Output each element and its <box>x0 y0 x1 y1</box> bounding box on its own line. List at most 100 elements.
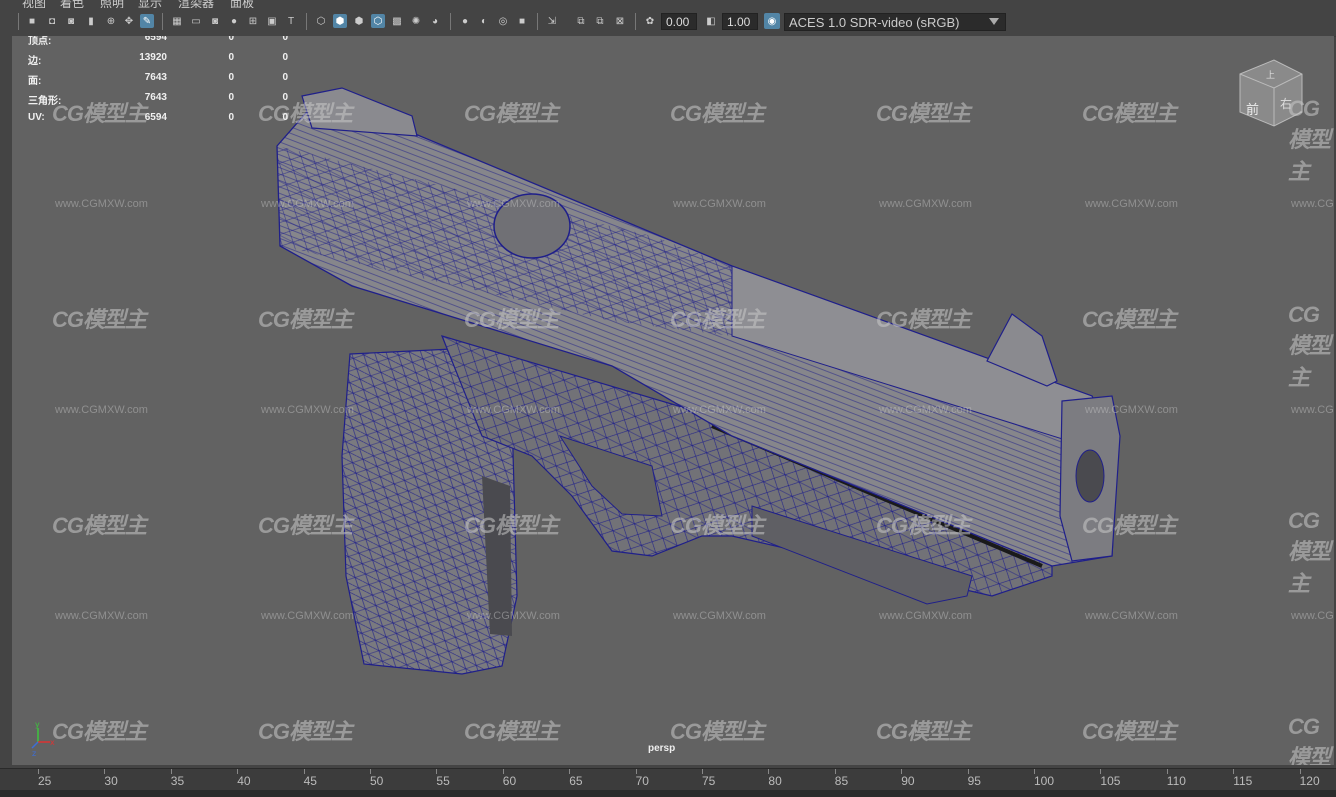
film-gate-icon[interactable]: ▭ <box>189 14 203 28</box>
watermark-logo: CG模型主 <box>1082 719 1177 744</box>
wireframe-icon[interactable]: ⬡ <box>314 14 328 28</box>
watermark-logo: CG模型主 <box>1288 714 1331 765</box>
xray-joints-icon[interactable]: ⧉ <box>593 14 607 28</box>
watermark-url: www.CGMXW.com <box>1085 404 1178 416</box>
image-plane-icon[interactable]: ▮ <box>84 14 98 28</box>
grease-pencil-icon[interactable]: ✥ <box>122 14 136 28</box>
watermark-url: www.CGMXW.com <box>879 610 972 622</box>
menu-lighting[interactable]: 照明 <box>100 0 124 8</box>
watermark-url: www.CGMXW.com <box>1085 198 1178 210</box>
backface-culling-icon[interactable]: ⊠ <box>613 14 627 28</box>
default-material-icon[interactable]: ⬢ <box>352 14 366 28</box>
viewcube-front-label: 前 <box>1246 102 1259 118</box>
frame-tick-label: 70 <box>635 774 649 788</box>
gamma-icon[interactable]: ◧ <box>704 14 718 28</box>
screen-space-ao-icon[interactable]: ● <box>458 14 472 28</box>
isolate-select-icon[interactable]: ⇲ <box>545 14 559 28</box>
gamma-field[interactable]: 1.00 <box>722 13 758 30</box>
frame-tick-label: 90 <box>901 774 915 788</box>
toolbar-separator <box>162 13 163 30</box>
menu-panels[interactable]: 面板 <box>230 0 254 8</box>
xray-icon[interactable]: ⧉ <box>574 14 588 28</box>
frame-tick-label: 110 <box>1166 774 1186 788</box>
anti-aliasing-icon[interactable]: ◎ <box>496 14 510 28</box>
exposure-icon[interactable]: ✿ <box>643 14 657 28</box>
hud-value: 13920 <box>139 52 167 63</box>
exposure-field[interactable]: 0.00 <box>661 13 697 30</box>
menu-show[interactable]: 显示 <box>138 0 162 8</box>
shadows-icon[interactable]: ◕ <box>428 14 442 28</box>
menu-shading[interactable]: 着色 <box>60 0 84 8</box>
watermark-url: www.CGMXW.com <box>673 610 766 622</box>
watermark-url: www.CGMXW.com <box>1085 610 1178 622</box>
frame-tick-label: 85 <box>834 774 849 788</box>
safe-title-icon[interactable]: T <box>284 14 298 28</box>
hud-label: 面: <box>28 76 42 87</box>
hud-value: 0 <box>228 52 234 63</box>
hud-value: 0 <box>282 52 288 63</box>
field-chart-icon[interactable]: ⊞ <box>246 14 260 28</box>
hud-value: 6594 <box>144 112 167 123</box>
watermark-logo: CG模型主 <box>876 719 971 744</box>
toolbar-separator <box>18 13 19 30</box>
watermark-logo: CG模型主 <box>670 307 765 332</box>
watermark-logo: CG模型主 <box>876 307 971 332</box>
camera-attributes-icon[interactable]: ◘ <box>45 14 59 28</box>
hud-value: 0 <box>228 36 234 43</box>
watermark-logo: CG模型主 <box>52 307 147 332</box>
viewcube-top-label: 上 <box>1266 70 1275 81</box>
use-all-lights-icon[interactable]: ✺ <box>409 14 423 28</box>
watermark-url: www.CGMXW.com <box>55 404 148 416</box>
menu-view[interactable]: 视图 <box>22 0 46 8</box>
watermark-logo: CG模型主 <box>258 513 353 538</box>
watermark-logo: CG模型主 <box>52 513 147 538</box>
frame-tick-label: 50 <box>370 774 384 788</box>
frame-tick-label: 80 <box>768 774 782 788</box>
color-management-dropdown[interactable]: ACES 1.0 SDR-video (sRGB) <box>784 13 1006 31</box>
model-view-svg: 前 右 上 y x z <box>31 59 1303 758</box>
watermark-url: www.CGMXW.com <box>55 610 148 622</box>
gate-mask-icon[interactable]: ● <box>227 14 241 28</box>
watermark-logo: CG模型主 <box>1082 307 1177 332</box>
depth-of-field-icon[interactable]: ■ <box>515 14 529 28</box>
motion-blur-icon[interactable]: ◐ <box>477 14 491 28</box>
watermark-url: www.CGMXW.com <box>879 198 972 210</box>
panel-toolbar: ■ ◘ ◙ ▮ ⊕ ✥ ✎ ▦ ▭ ◙ ● ⊞ ▣ T ⬡ ⬢ ⬢ ⬡ ▩ ✺ … <box>0 8 1336 37</box>
two-d-pan-icon[interactable]: ⊕ <box>104 14 118 28</box>
watermark-logo: CG模型主 <box>1288 96 1331 184</box>
menu-bar: 视图 着色 照明 显示 渲染器 面板 <box>0 0 1336 8</box>
bookmark-icon[interactable]: ◙ <box>64 14 78 28</box>
hud-value: 7643 <box>144 92 167 103</box>
pencil-icon[interactable]: ✎ <box>140 14 154 28</box>
watermark-url: www.CGMXW.com <box>55 198 148 210</box>
color-management-label: ACES 1.0 SDR-video (sRGB) <box>789 15 960 30</box>
pistol-model <box>276 87 1121 675</box>
grid-icon[interactable]: ▦ <box>170 14 184 28</box>
hud-value: 7643 <box>144 72 167 83</box>
toolbar-separator <box>306 13 307 30</box>
hud-row-uvs: UV: 6594 0 0 <box>28 112 288 126</box>
toolbar-separator <box>537 13 538 30</box>
frame-tick-label: 25 <box>38 774 52 788</box>
menu-renderer[interactable]: 渲染器 <box>178 0 214 8</box>
color-management-icon[interactable]: ◉ <box>764 13 780 29</box>
frame-tick-label: 40 <box>237 774 251 788</box>
smooth-shade-icon[interactable]: ⬢ <box>333 14 347 28</box>
frame-tick-label: 105 <box>1100 774 1121 788</box>
watermark-logo: CG模型主 <box>464 307 559 332</box>
safe-action-icon[interactable]: ▣ <box>265 14 279 28</box>
resolution-gate-icon[interactable]: ◙ <box>208 14 222 28</box>
camera-select-icon[interactable]: ■ <box>25 14 39 28</box>
wireframe-on-shaded-icon[interactable]: ⬡ <box>371 14 385 28</box>
hud-value: 0 <box>282 72 288 83</box>
time-slider[interactable]: 25 30 35 40 45 50 55 60 65 70 75 80 85 90 95 100 105 110 1… <box>0 768 1336 797</box>
perspective-viewport[interactable]: 前 右 上 y x z CG模型主 www.CGMXW.com CG模型主 www.C… <box>12 36 1334 765</box>
frame-tick-label: 65 <box>569 774 583 788</box>
hud-label: 边: <box>28 56 42 67</box>
watermark-logo: CG模型主 <box>1082 513 1177 538</box>
textured-icon[interactable]: ▩ <box>390 14 404 28</box>
frame-tick-label: 60 <box>502 774 517 788</box>
hud-label: 顶点: <box>28 36 52 47</box>
hud-value: 0 <box>282 112 288 123</box>
hud-row-vertices: 顶点: 6594 0 0 <box>28 36 288 47</box>
